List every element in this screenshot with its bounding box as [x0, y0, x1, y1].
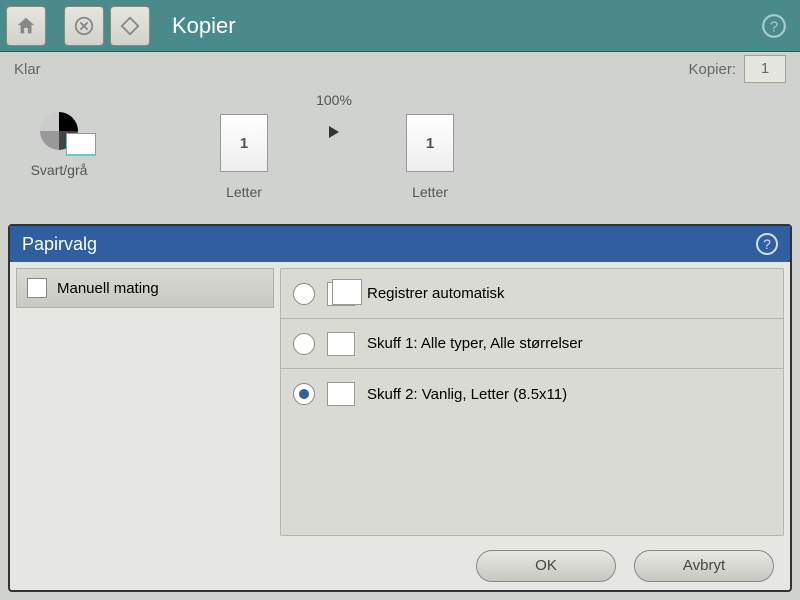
arrow-right-icon	[329, 126, 339, 138]
dialog-help-button[interactable]: ?	[756, 233, 778, 255]
manual-feed-label: Manuell mating	[57, 280, 159, 297]
tray-label: Registrer automatisk	[367, 285, 505, 302]
close-icon	[73, 15, 95, 37]
tray-option[interactable]: Registrer automatisk	[281, 269, 783, 319]
tray-label: Skuff 2: Vanlig, Letter (8.5x11)	[367, 386, 567, 403]
status-row: Klar Kopier: 1	[0, 52, 800, 86]
dialog-header: Papirvalg ?	[10, 226, 790, 262]
tray-label: Skuff 1: Alle typer, Alle størrelser	[367, 335, 583, 352]
scale-indicator: 100%	[304, 92, 364, 138]
color-mode-label: Svart/grå	[31, 162, 88, 178]
radio-icon	[293, 283, 315, 305]
copies-count[interactable]: 1	[744, 55, 786, 83]
tray-list: Registrer automatisk Skuff 1: Alle typer,…	[280, 268, 784, 536]
help-button[interactable]: ?	[754, 6, 794, 46]
page-icon	[327, 382, 355, 406]
color-mode[interactable]: Svart/grå	[14, 92, 104, 178]
cancel-button[interactable]: Avbryt	[634, 550, 774, 582]
scale-value: 100%	[316, 92, 352, 108]
page-icon: 1	[220, 114, 268, 172]
source-size-label: Letter	[226, 184, 262, 200]
copies-label: Kopier:	[688, 61, 736, 78]
cancel-job-button[interactable]	[64, 6, 104, 46]
paper-select-dialog: Papirvalg ? Manuell mating Registrer aut…	[8, 224, 792, 592]
checkbox-icon	[27, 278, 47, 298]
status-text: Klar	[14, 61, 41, 78]
output-size-label: Letter	[412, 184, 448, 200]
dialog-title: Papirvalg	[22, 234, 97, 255]
page-icon	[327, 332, 355, 356]
svg-text:?: ?	[770, 18, 778, 35]
top-bar: Kopier ?	[0, 0, 800, 52]
tray-option[interactable]: Skuff 2: Vanlig, Letter (8.5x11)	[281, 369, 783, 419]
home-icon	[15, 15, 37, 37]
page-icon: 1	[406, 114, 454, 172]
start-button[interactable]	[110, 6, 150, 46]
manual-feed-option[interactable]: Manuell mating	[16, 268, 274, 308]
ok-button[interactable]: OK	[476, 550, 616, 582]
color-wheel-icon	[40, 112, 78, 150]
radio-icon	[293, 333, 315, 355]
screen-title: Kopier	[172, 13, 754, 39]
radio-icon	[293, 383, 315, 405]
pages-stack-icon	[327, 282, 355, 306]
help-icon: ?	[761, 13, 787, 39]
source-page[interactable]: 1 Letter	[184, 92, 304, 200]
output-page[interactable]: 1 Letter	[370, 92, 490, 200]
tray-option[interactable]: Skuff 1: Alle typer, Alle størrelser	[281, 319, 783, 369]
diamond-icon	[119, 15, 141, 37]
preview-row: Svart/grå 1 Letter 100% 1 Letter	[0, 86, 800, 212]
home-button[interactable]	[6, 6, 46, 46]
